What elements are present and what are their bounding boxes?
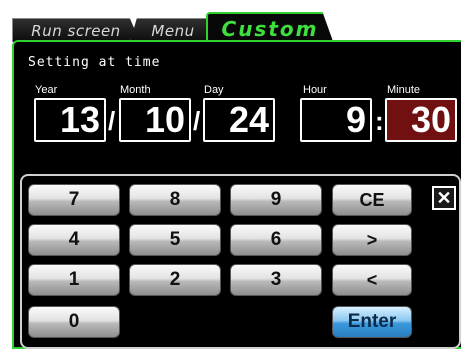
cursor-right-button[interactable]: > bbox=[332, 224, 412, 256]
year-label: Year bbox=[35, 84, 58, 96]
key-5[interactable]: 5 bbox=[129, 224, 221, 256]
hour-label: Hour bbox=[303, 84, 327, 96]
enter-button[interactable]: Enter bbox=[332, 306, 412, 338]
key-9[interactable]: 9 bbox=[230, 184, 322, 216]
clear-entry-button[interactable]: CE bbox=[332, 184, 412, 216]
numeric-keypad: 7 8 9 CE ✕ 4 5 6 > 1 2 3 < 0 Enter bbox=[20, 174, 461, 349]
key-2[interactable]: 2 bbox=[129, 264, 221, 296]
time-separator: : bbox=[375, 106, 384, 136]
custom-panel: Setting at time Year 13 / Month 10 / Day… bbox=[12, 40, 461, 349]
year-field[interactable]: 13 bbox=[34, 98, 106, 142]
minute-label: Minute bbox=[387, 84, 421, 96]
key-3[interactable]: 3 bbox=[230, 264, 322, 296]
tab-menu[interactable]: Menu bbox=[130, 18, 216, 42]
date-separator: / bbox=[193, 106, 201, 136]
minute-field[interactable]: 30 bbox=[385, 98, 457, 142]
page-title: Setting at time bbox=[28, 55, 161, 70]
key-8[interactable]: 8 bbox=[129, 184, 221, 216]
key-1[interactable]: 1 bbox=[28, 264, 120, 296]
key-6[interactable]: 6 bbox=[230, 224, 322, 256]
close-icon[interactable]: ✕ bbox=[432, 186, 456, 210]
month-field[interactable]: 10 bbox=[119, 98, 191, 142]
tab-bar: Run screen Menu Custom bbox=[0, 0, 461, 44]
day-field[interactable]: 24 bbox=[203, 98, 275, 142]
key-4[interactable]: 4 bbox=[28, 224, 120, 256]
month-label: Month bbox=[120, 84, 151, 96]
day-label: Day bbox=[204, 84, 224, 96]
tab-run-screen[interactable]: Run screen bbox=[12, 18, 140, 42]
hour-field[interactable]: 9 bbox=[300, 98, 372, 142]
key-7[interactable]: 7 bbox=[28, 184, 120, 216]
date-separator: / bbox=[108, 106, 116, 136]
cursor-left-button[interactable]: < bbox=[332, 264, 412, 296]
key-0[interactable]: 0 bbox=[28, 306, 120, 338]
